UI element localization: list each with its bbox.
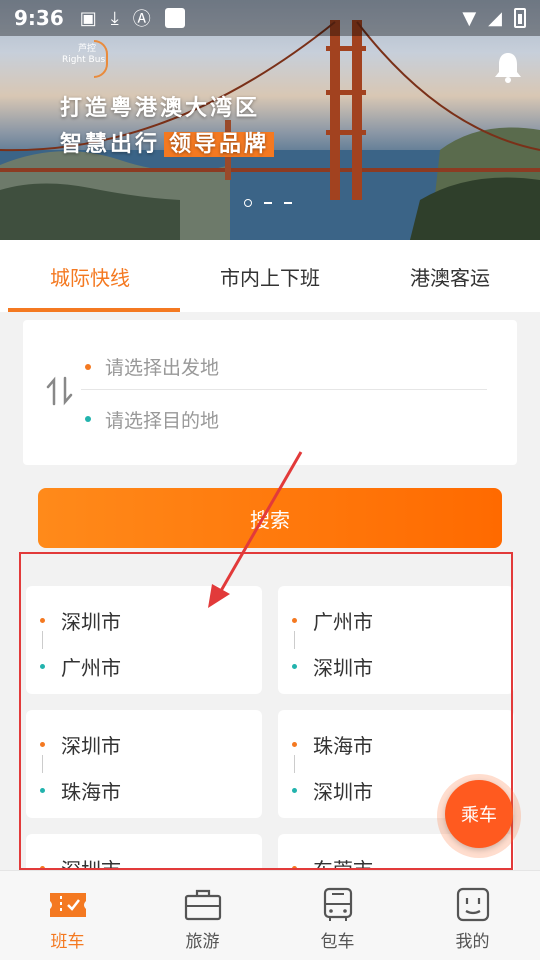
slogan-prefix: 智慧出行 bbox=[60, 132, 161, 157]
swap-icon[interactable] bbox=[43, 374, 77, 408]
route-origin: 深圳市 bbox=[40, 854, 121, 870]
route-origin-label: 广州市 bbox=[313, 610, 373, 634]
ride-button[interactable]: 乘车 bbox=[445, 780, 513, 848]
origin-dot bbox=[40, 618, 45, 623]
nav-item-travel[interactable]: 旅游 bbox=[135, 871, 270, 960]
nav-item-charter[interactable]: 包车 bbox=[270, 871, 405, 960]
nav-label: 旅游 bbox=[185, 932, 220, 952]
destination-dot bbox=[40, 788, 45, 793]
route-origin: 深圳市 bbox=[40, 606, 121, 635]
banner-slogan-line1: 打造粤港澳大湾区 bbox=[60, 96, 261, 121]
departure-dot bbox=[85, 363, 91, 370]
nav-label: 我的 bbox=[455, 932, 490, 952]
carousel-dot bbox=[264, 202, 272, 204]
route-origin-label: 深圳市 bbox=[61, 734, 121, 758]
route-card[interactable]: 深圳市 bbox=[26, 834, 262, 870]
nav-label: 包车 bbox=[320, 932, 355, 952]
destination-dot bbox=[85, 416, 91, 422]
destination-dot bbox=[292, 664, 297, 669]
route-origin-label: 东莞市 bbox=[313, 858, 373, 870]
route-destination: 广州市 bbox=[40, 652, 121, 681]
route-origin: 东莞市 bbox=[292, 854, 373, 870]
banner-slogan-line2: 智慧出行 领导品牌 bbox=[60, 126, 275, 158]
route-connector bbox=[294, 755, 295, 773]
carousel-dot-active bbox=[244, 199, 252, 207]
destination-dot bbox=[292, 788, 297, 793]
route-origin-label: 珠海市 bbox=[313, 734, 373, 758]
tab-commute[interactable]: 市内上下班 bbox=[180, 240, 360, 312]
route-search-card: 请选择出发地 请选择目的地 bbox=[23, 320, 517, 465]
tab-hk-macau[interactable]: 港澳客运 bbox=[360, 240, 540, 312]
nav-label: 班车 bbox=[50, 932, 85, 952]
route-origin: 珠海市 bbox=[292, 730, 373, 759]
origin-dot bbox=[292, 742, 297, 747]
status-bar: 9:36 ▣ ⤓ Ⓐ ▼ ◢ bbox=[0, 0, 540, 36]
destination-dot bbox=[40, 664, 45, 669]
battery-icon bbox=[514, 8, 526, 28]
bus-icon bbox=[323, 887, 352, 921]
bottom-nav: 班车 旅游 包车 我的 bbox=[0, 870, 540, 960]
nav-item-shuttle[interactable]: 班车 bbox=[0, 871, 135, 960]
signal-icon: ◢ bbox=[488, 7, 502, 29]
route-destination-label: 珠海市 bbox=[61, 780, 121, 804]
route-origin-label: 深圳市 bbox=[61, 610, 121, 634]
route-destination: 深圳市 bbox=[292, 776, 373, 805]
search-button[interactable]: 搜索 bbox=[38, 488, 502, 548]
route-connector bbox=[42, 755, 43, 773]
route-card[interactable]: 深圳市 广州市 bbox=[26, 586, 262, 694]
ticket-icon bbox=[49, 893, 86, 917]
route-card[interactable]: 深圳市 珠海市 bbox=[26, 710, 262, 818]
route-origin: 深圳市 bbox=[40, 730, 121, 759]
departure-field[interactable]: 请选择出发地 bbox=[81, 344, 487, 390]
route-origin: 广州市 bbox=[292, 606, 373, 635]
carousel-indicator bbox=[244, 199, 292, 207]
carousel-dot bbox=[284, 202, 292, 204]
destination-placeholder: 请选择目的地 bbox=[105, 409, 220, 432]
route-connector bbox=[42, 631, 43, 649]
briefcase-icon bbox=[184, 889, 221, 921]
origin-dot bbox=[40, 742, 45, 747]
banner[interactable]: 9:36 ▣ ⤓ Ⓐ ▼ ◢ 芦控 Right Bus 打造粤港澳大湾区 智慧出… bbox=[0, 0, 540, 240]
nav-item-profile[interactable]: 我的 bbox=[405, 871, 540, 960]
route-destination: 深圳市 bbox=[292, 652, 373, 681]
font-icon: Ⓐ bbox=[132, 9, 151, 30]
slogan-highlight: 领导品牌 bbox=[164, 132, 275, 157]
category-tabs: 城际快线 市内上下班 港澳客运 bbox=[0, 240, 540, 312]
download-icon: ⤓ bbox=[110, 7, 119, 29]
tab-intercity-express[interactable]: 城际快线 bbox=[0, 240, 180, 312]
image-icon: ▣ bbox=[79, 7, 97, 29]
route-destination-label: 深圳市 bbox=[313, 656, 373, 680]
status-time: 9:36 bbox=[14, 6, 64, 30]
face-icon bbox=[456, 887, 489, 922]
destination-field[interactable]: 请选择目的地 bbox=[81, 396, 487, 442]
origin-dot bbox=[292, 618, 297, 623]
route-destination-label: 广州市 bbox=[61, 656, 121, 680]
bell-icon[interactable] bbox=[492, 50, 524, 84]
route-origin-label: 深圳市 bbox=[61, 858, 121, 870]
route-destination: 珠海市 bbox=[40, 776, 121, 805]
wifi-icon: ▼ bbox=[462, 7, 477, 29]
route-connector bbox=[294, 631, 295, 649]
departure-placeholder: 请选择出发地 bbox=[105, 357, 220, 379]
notification-icon bbox=[164, 8, 185, 28]
route-card[interactable]: 广州市 深圳市 bbox=[278, 586, 514, 694]
route-destination-label: 深圳市 bbox=[313, 780, 373, 804]
